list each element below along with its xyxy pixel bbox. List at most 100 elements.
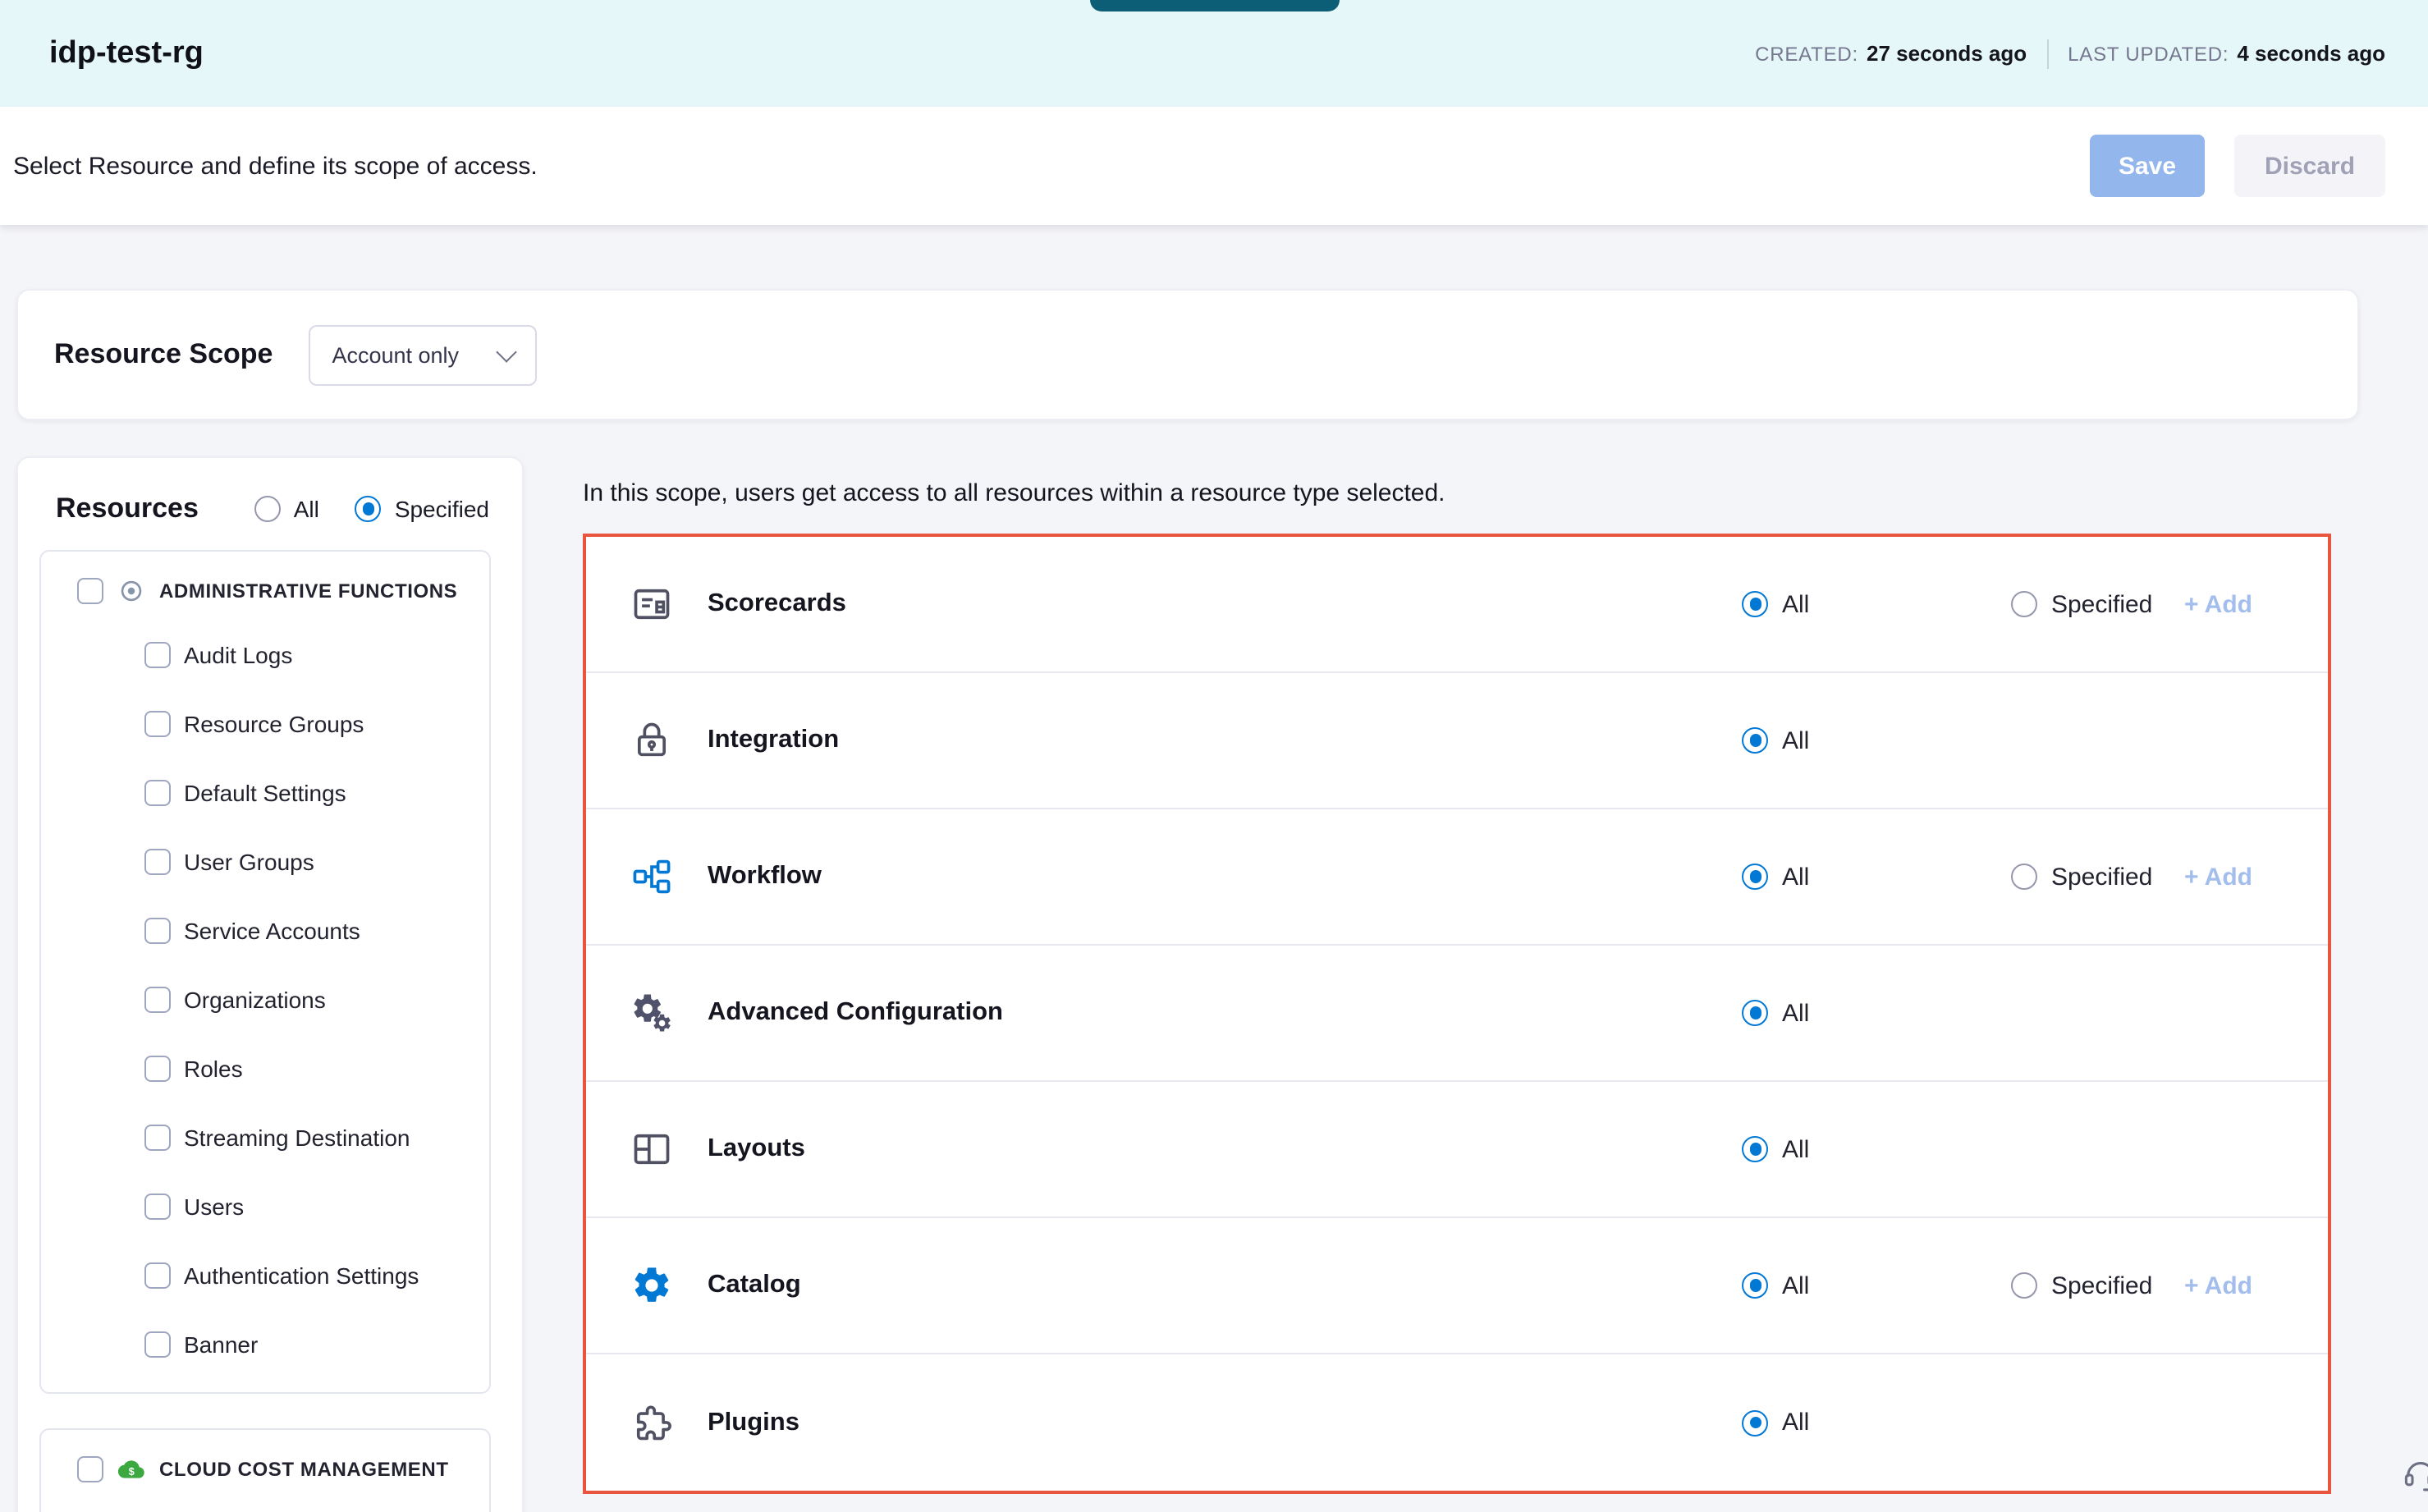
resource-item[interactable]: Resource Groups bbox=[144, 690, 489, 758]
updated-value: 4 seconds ago bbox=[2237, 40, 2385, 65]
resources-all-label: All bbox=[294, 496, 319, 522]
resource-item-label: Authentication Settings bbox=[184, 1262, 419, 1289]
all-radio[interactable]: All bbox=[1743, 863, 2012, 891]
resource-type-row: Plugins All Specified + Add bbox=[586, 1354, 2328, 1491]
resource-scope-value: Account only bbox=[332, 342, 459, 367]
discard-button[interactable]: Discard bbox=[2234, 135, 2385, 197]
resource-type-row: Integration All Specified + Add bbox=[586, 673, 2328, 809]
scope-panel: In this scope, users get access to all r… bbox=[583, 456, 2359, 1494]
item-checkbox[interactable] bbox=[144, 1331, 171, 1358]
resource-type-label: Plugins bbox=[708, 1408, 799, 1437]
save-button[interactable]: Save bbox=[2090, 135, 2205, 197]
specified-radio[interactable]: Specified bbox=[2012, 1271, 2184, 1299]
row-controls: All Specified + Add bbox=[1743, 1271, 2328, 1299]
row-controls: All Specified + Add bbox=[1743, 590, 2328, 618]
admin-functions-icon bbox=[118, 578, 144, 604]
resource-type-label: Workflow bbox=[708, 862, 822, 891]
resource-type-box: Scorecards All Specified + Add Integrati… bbox=[583, 534, 2331, 1494]
updated-label: LAST UPDATED: bbox=[2068, 42, 2229, 65]
resources-title: Resources bbox=[56, 493, 199, 525]
all-radio[interactable]: All bbox=[1743, 590, 2012, 618]
specified-radio[interactable]: Specified bbox=[2012, 863, 2184, 891]
add-link[interactable]: + Add bbox=[2184, 1271, 2252, 1299]
resource-type-row: Advanced Configuration All Specified + A… bbox=[586, 946, 2328, 1082]
item-checkbox[interactable] bbox=[144, 1125, 171, 1151]
created-label: CREATED: bbox=[1755, 42, 1858, 65]
toolbar-actions: Save Discard bbox=[2090, 135, 2385, 197]
page-title: idp-test-rg bbox=[49, 35, 204, 71]
cloud-cost-icon: $ bbox=[118, 1456, 144, 1482]
resource-item-label: Streaming Destination bbox=[184, 1125, 410, 1151]
resource-group-header[interactable]: $ CLOUD COST MANAGEMENT bbox=[41, 1436, 489, 1499]
item-checkbox[interactable] bbox=[144, 1056, 171, 1082]
resource-type-label: Layouts bbox=[708, 1134, 805, 1164]
resources-tree: ADMINISTRATIVE FUNCTIONS Audit Logs Reso… bbox=[18, 550, 522, 1512]
resource-item[interactable]: User Groups bbox=[144, 827, 489, 896]
layouts-icon bbox=[630, 1128, 673, 1171]
all-label: All bbox=[1782, 863, 1809, 891]
all-radio[interactable]: All bbox=[1743, 726, 2012, 754]
row-controls: All Specified + Add bbox=[1743, 863, 2328, 891]
resource-type-label: Catalog bbox=[708, 1271, 801, 1300]
resource-item-label: User Groups bbox=[184, 849, 314, 875]
item-checkbox[interactable] bbox=[144, 987, 171, 1013]
resources-specified-radio[interactable]: Specified bbox=[355, 496, 489, 522]
group-checkbox[interactable] bbox=[77, 1456, 103, 1482]
headset-icon[interactable] bbox=[2402, 1455, 2428, 1492]
resource-group-header[interactable]: ADMINISTRATIVE FUNCTIONS bbox=[41, 558, 489, 621]
resource-type-list: Scorecards All Specified + Add Integrati… bbox=[586, 537, 2328, 1491]
specified-radio[interactable]: Specified bbox=[2012, 590, 2184, 618]
workflow-icon bbox=[630, 855, 673, 898]
svg-text:$: $ bbox=[129, 1466, 135, 1478]
toolbar: Select Resource and define its scope of … bbox=[0, 107, 2428, 225]
item-checkbox[interactable] bbox=[144, 780, 171, 806]
resource-type-row: Scorecards All Specified + Add bbox=[586, 537, 2328, 673]
resource-item[interactable]: Authentication Settings bbox=[144, 1241, 489, 1310]
resource-item[interactable]: Streaming Destination bbox=[144, 1103, 489, 1172]
add-link[interactable]: + Add bbox=[2184, 590, 2252, 618]
all-label: All bbox=[1782, 999, 1809, 1027]
resource-item[interactable]: Service Accounts bbox=[144, 896, 489, 965]
resource-item-label: Banner bbox=[184, 1331, 258, 1358]
resource-item[interactable]: Users bbox=[144, 1172, 489, 1241]
created-value: 27 seconds ago bbox=[1867, 40, 2027, 65]
resource-item[interactable]: Default Settings bbox=[144, 758, 489, 827]
all-label: All bbox=[1782, 1409, 1809, 1436]
item-checkbox[interactable] bbox=[144, 918, 171, 944]
updated-meta: LAST UPDATED: 4 seconds ago bbox=[2068, 39, 2385, 68]
resources-all-radio[interactable]: All bbox=[254, 496, 319, 522]
add-link[interactable]: + Add bbox=[2184, 863, 2252, 891]
specified-label: Specified bbox=[2051, 590, 2152, 618]
item-checkbox[interactable] bbox=[144, 642, 171, 668]
resource-scope-dropdown[interactable]: Account only bbox=[309, 324, 536, 385]
resources-specified-label: Specified bbox=[395, 496, 489, 522]
group-checkbox[interactable] bbox=[77, 578, 103, 604]
resource-item[interactable]: Roles bbox=[144, 1034, 489, 1103]
resource-item-label: Resource Groups bbox=[184, 711, 364, 737]
resource-group-label: CLOUD COST MANAGEMENT bbox=[159, 1458, 449, 1481]
all-radio[interactable]: All bbox=[1743, 1409, 2012, 1436]
all-radio[interactable]: All bbox=[1743, 1271, 2012, 1299]
all-radio[interactable]: All bbox=[1743, 1135, 2012, 1163]
resource-group-label: ADMINISTRATIVE FUNCTIONS bbox=[159, 580, 457, 603]
resource-group: ADMINISTRATIVE FUNCTIONS Audit Logs Reso… bbox=[39, 550, 491, 1394]
item-checkbox[interactable] bbox=[144, 1194, 171, 1220]
resource-item-label: Roles bbox=[184, 1056, 243, 1082]
meta-divider bbox=[2046, 39, 2048, 68]
resource-item[interactable]: Banner bbox=[144, 1310, 489, 1379]
toolbar-description: Select Resource and define its scope of … bbox=[13, 152, 538, 180]
resource-type-label: Scorecards bbox=[708, 589, 846, 619]
resource-item[interactable]: Recommendations bbox=[144, 1499, 489, 1512]
specified-label: Specified bbox=[2051, 863, 2152, 891]
resource-item[interactable]: Organizations bbox=[144, 965, 489, 1034]
all-label: All bbox=[1782, 590, 1809, 618]
all-radio[interactable]: All bbox=[1743, 999, 2012, 1027]
header-meta: CREATED: 27 seconds ago LAST UPDATED: 4 se… bbox=[1755, 39, 2385, 68]
top-header: idp-test-rg CREATED: 27 seconds ago LAST … bbox=[0, 0, 2428, 107]
plugins-icon bbox=[630, 1401, 673, 1444]
all-label: All bbox=[1782, 1135, 1809, 1163]
resource-item[interactable]: Audit Logs bbox=[144, 621, 489, 690]
item-checkbox[interactable] bbox=[144, 711, 171, 737]
item-checkbox[interactable] bbox=[144, 849, 171, 875]
item-checkbox[interactable] bbox=[144, 1262, 171, 1289]
